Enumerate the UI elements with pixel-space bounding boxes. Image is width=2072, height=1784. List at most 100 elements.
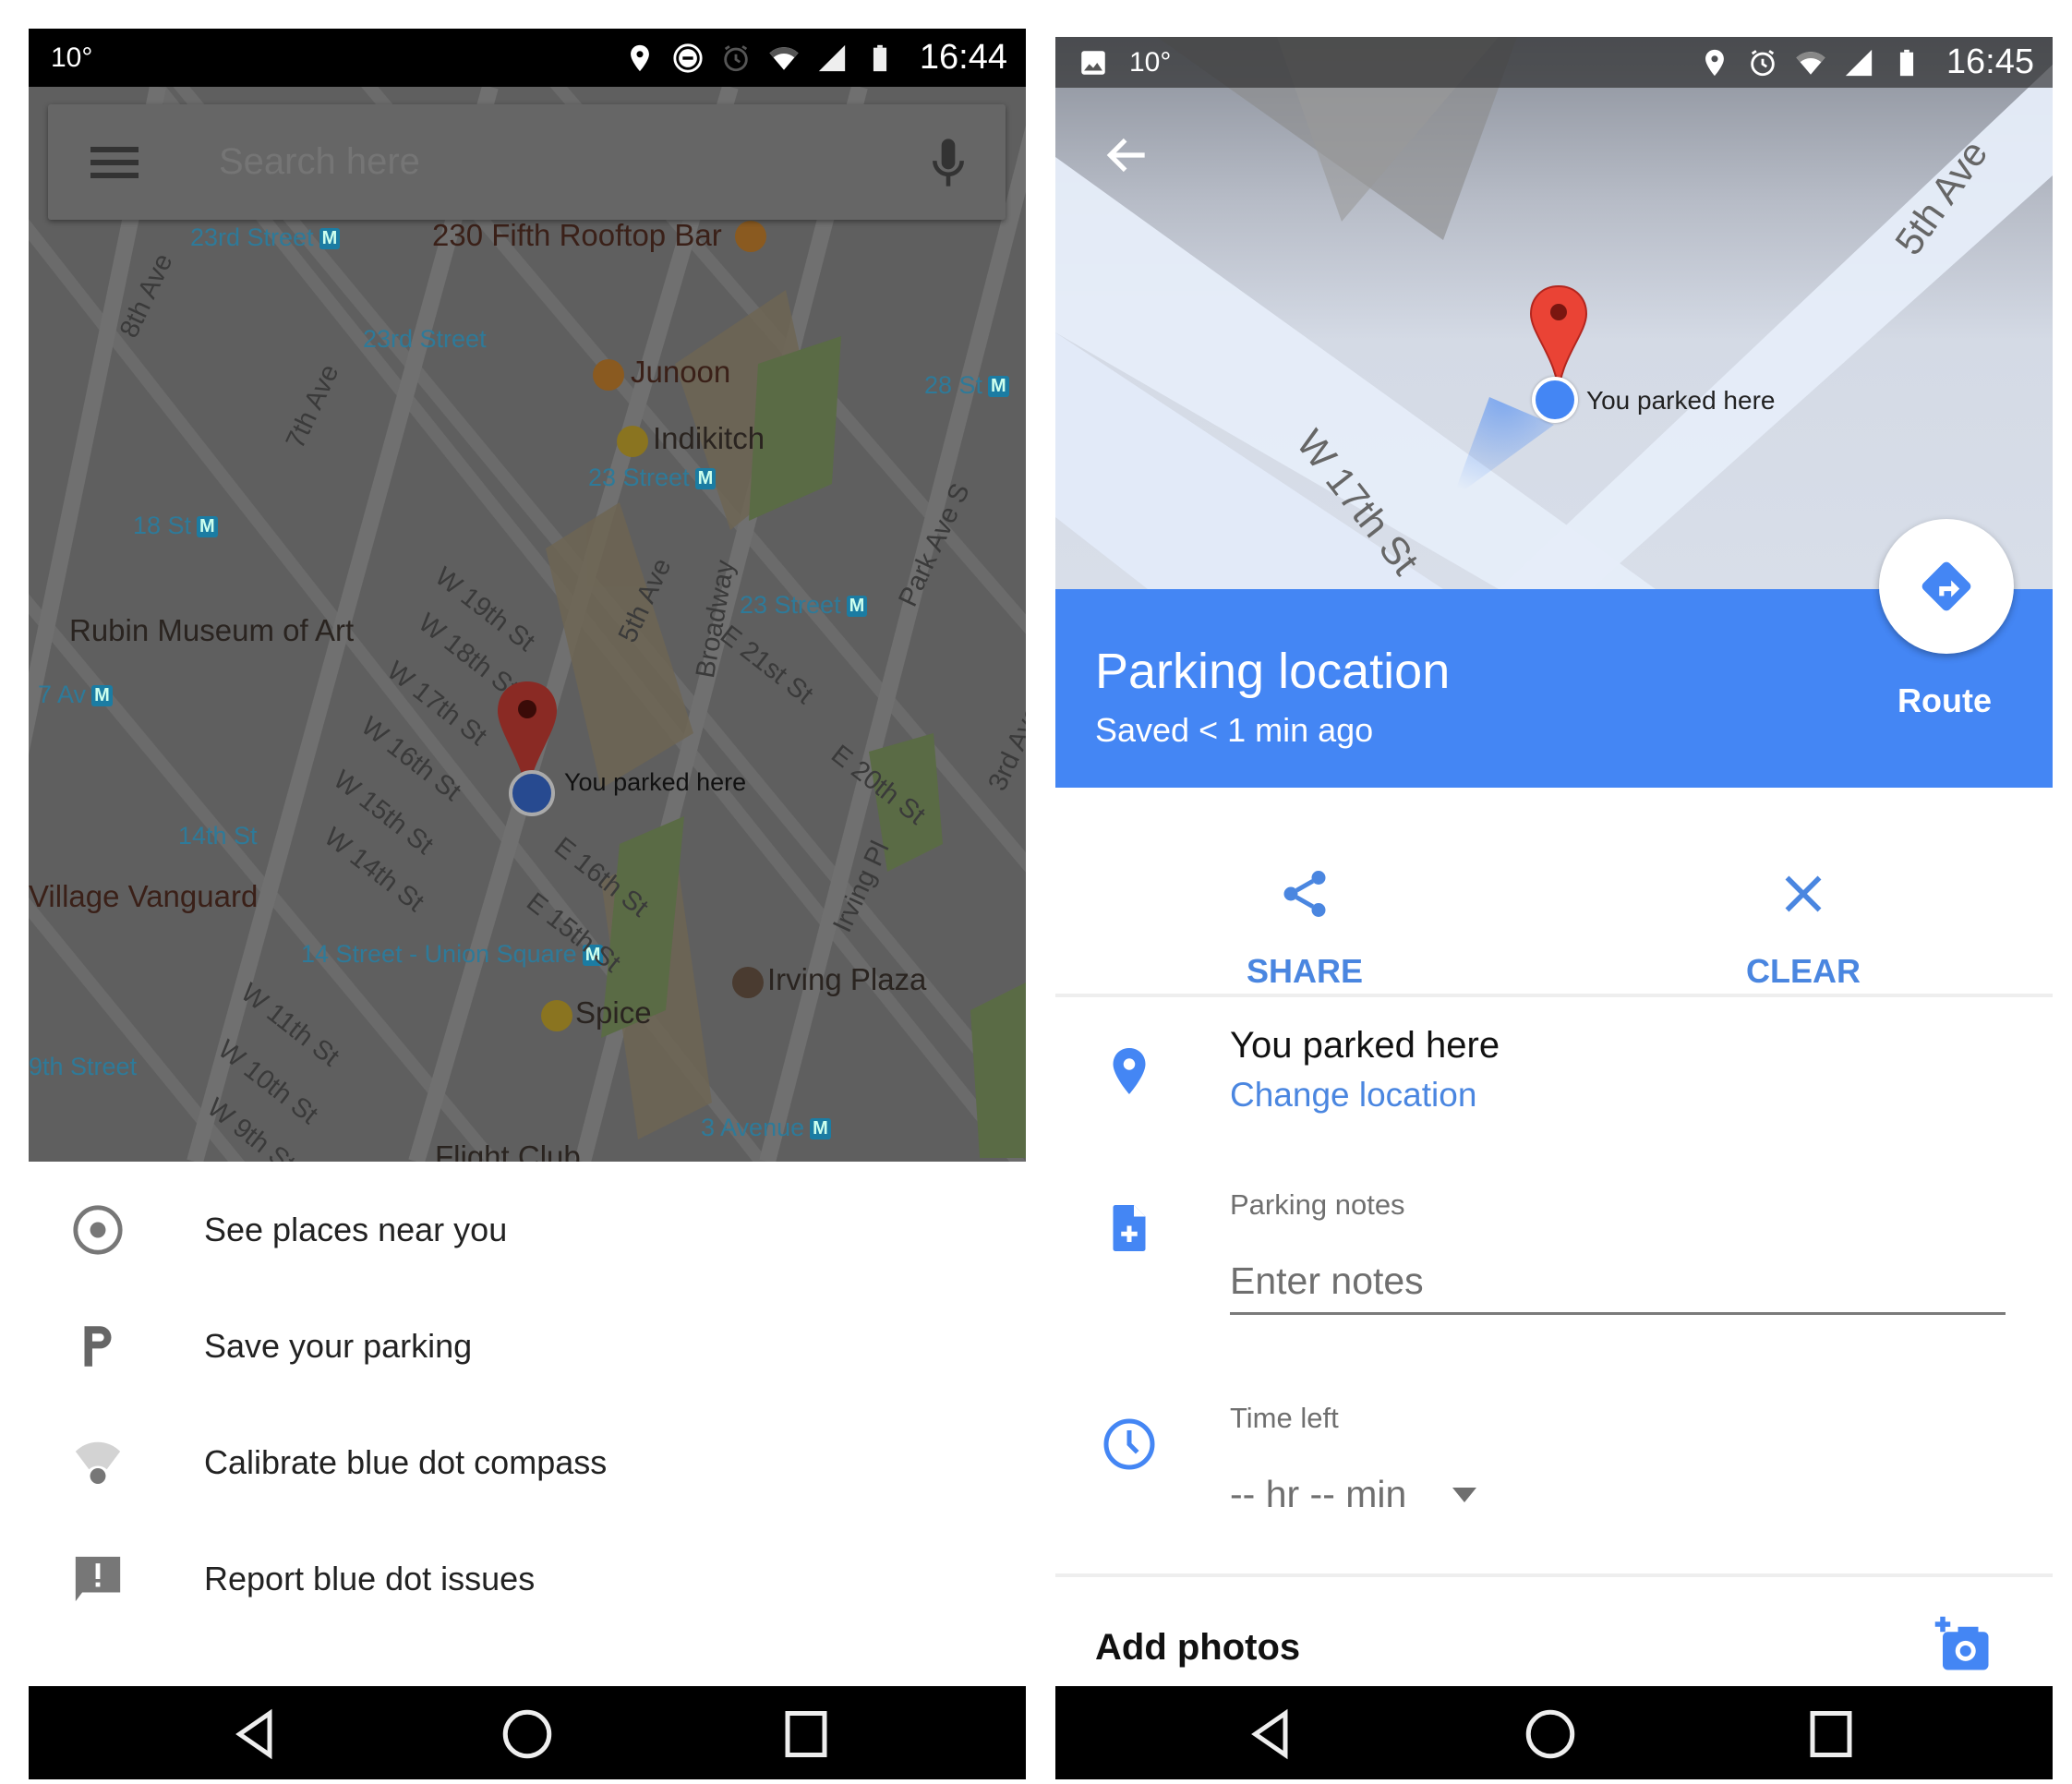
blue-dot-icon — [509, 770, 555, 816]
add-photos-label[interactable]: Add photos — [1095, 1627, 1300, 1669]
location-pin-icon — [1113, 1048, 1146, 1094]
signal-icon — [1845, 49, 1873, 76]
time-left-caption: Time left — [1230, 1402, 1339, 1434]
parking-notes-caption: Parking notes — [1230, 1188, 1405, 1221]
place-label[interactable]: Junoon — [631, 355, 730, 390]
close-icon — [1785, 875, 1822, 912]
bar-pin-icon[interactable] — [735, 221, 766, 252]
back-arrow-icon[interactable] — [1102, 129, 1153, 181]
menu-label: Calibrate blue dot compass — [204, 1443, 608, 1481]
map-view[interactable]: 230 Fifth Rooftop Bar Junoon Indikitch R… — [29, 87, 1026, 1162]
menu-label: Report blue dot issues — [204, 1560, 536, 1597]
saved-time: Saved < 1 min ago — [1095, 711, 1374, 749]
restaurant-pin-icon[interactable] — [593, 359, 624, 391]
transit-label[interactable]: 9th Street — [29, 1053, 137, 1081]
transit-label[interactable]: 14th St — [178, 822, 258, 850]
map-view[interactable]: 5th Ave W 17th St You parked here — [1055, 37, 2053, 589]
menu-item-calibrate[interactable]: Calibrate blue dot compass — [29, 1416, 1026, 1509]
battery-icon — [873, 44, 886, 71]
search-bar[interactable] — [48, 104, 1006, 220]
transit-label[interactable]: 3 Avenue M — [701, 1114, 831, 1142]
place-label[interactable]: Irving Plaza — [767, 962, 926, 997]
change-location-link[interactable]: Change location — [1230, 1076, 1476, 1115]
left-screen: 10° 16:44 230 Fifth Rooftop Bar Junoon I… — [29, 29, 1026, 1779]
route-label[interactable]: Route — [1897, 681, 1992, 720]
status-bar: 10° 16:44 — [29, 29, 1026, 87]
microphone-icon[interactable] — [928, 135, 969, 190]
signal-icon — [818, 44, 846, 71]
place-label[interactable]: 230 Fifth Rooftop Bar — [432, 218, 722, 253]
image-icon — [1081, 50, 1105, 75]
clear-button[interactable]: CLEAR — [1665, 788, 1942, 995]
do-not-disturb-icon — [673, 42, 703, 73]
target-icon — [73, 1205, 123, 1255]
options-menu: See places near you Save your parking Ca… — [29, 1162, 1026, 1686]
feedback-icon — [75, 1556, 121, 1602]
share-label: SHARE — [1246, 952, 1364, 990]
note-add-icon — [1113, 1205, 1146, 1251]
back-nav-icon[interactable] — [228, 1706, 283, 1762]
clear-label: CLEAR — [1746, 952, 1861, 990]
search-input[interactable] — [219, 141, 928, 183]
transit-label[interactable]: 7 Av M — [38, 681, 113, 709]
transit-label[interactable]: 23 Street M — [740, 591, 868, 620]
add-photo-icon[interactable] — [1933, 1614, 1994, 1675]
location-icon — [630, 44, 649, 71]
time-left-value: -- hr -- min — [1230, 1473, 1407, 1515]
temperature: 10° — [1129, 46, 1172, 78]
clock: 16:44 — [919, 38, 1007, 77]
transit-label[interactable]: 14 Street - Union Square M — [301, 940, 604, 969]
navigation-bar — [29, 1686, 1026, 1779]
wifi-icon — [769, 46, 799, 70]
status-bar: 10° 16:45 — [1055, 37, 2053, 88]
parking-icon — [84, 1326, 112, 1367]
place-label[interactable]: Rubin Museum of Art — [69, 613, 354, 648]
parking-notes-input[interactable] — [1230, 1250, 2006, 1315]
transit-label[interactable]: 23rd Street — [363, 325, 487, 354]
clock: 16:45 — [1946, 42, 2034, 81]
recents-nav-icon[interactable] — [778, 1706, 834, 1762]
theater-pin-icon[interactable] — [732, 967, 764, 998]
menu-item-save-parking[interactable]: Save your parking — [29, 1300, 1026, 1392]
back-nav-icon[interactable] — [1244, 1706, 1299, 1762]
wifi-icon — [1796, 51, 1825, 75]
dropdown-arrow-icon — [1452, 1487, 1477, 1502]
parking-header: Parking location Saved < 1 min ago Route — [1055, 519, 2053, 788]
divider — [1055, 1573, 2053, 1577]
star-pin-icon[interactable] — [541, 1000, 572, 1031]
location-icon — [1705, 49, 1724, 76]
route-button[interactable] — [1879, 519, 2014, 654]
place-label[interactable]: Indikitch — [653, 421, 765, 456]
hamburger-icon[interactable] — [90, 139, 139, 186]
place-label[interactable]: Village Vanguard — [29, 879, 258, 914]
directions-icon — [1921, 561, 1971, 611]
menu-label: See places near you — [204, 1211, 508, 1248]
time-left-dropdown[interactable]: -- hr -- min — [1230, 1473, 1477, 1516]
place-label[interactable]: Flight Club — [435, 1139, 581, 1162]
blue-dot-icon — [1532, 377, 1578, 423]
alarm-icon — [724, 44, 748, 71]
share-button[interactable]: SHARE — [1166, 788, 1443, 995]
navigation-bar — [1055, 1686, 2053, 1779]
divider — [1055, 994, 2053, 997]
recents-nav-icon[interactable] — [1803, 1706, 1859, 1762]
star-pin-icon[interactable] — [617, 426, 648, 457]
location-title: You parked here — [1230, 1025, 1500, 1066]
transit-label[interactable]: 28 St M — [924, 371, 1009, 400]
temperature: 10° — [51, 42, 93, 73]
transit-label[interactable]: 23rd Street M — [190, 223, 341, 252]
parked-label: You parked here — [1586, 386, 1776, 415]
parked-label: You parked here — [564, 768, 747, 796]
transit-label[interactable]: 23 Street M — [588, 464, 717, 492]
menu-item-see-places[interactable]: See places near you — [29, 1184, 1026, 1276]
menu-item-report[interactable]: Report blue dot issues — [29, 1533, 1026, 1625]
home-nav-icon[interactable] — [500, 1706, 555, 1762]
transit-label[interactable]: 18 St M — [133, 512, 218, 540]
clock-icon — [1103, 1418, 1155, 1470]
share-icon — [1283, 871, 1326, 917]
alarm-icon — [1751, 49, 1775, 76]
compass-beam-icon — [75, 1441, 121, 1484]
right-screen: 5th Ave W 17th St You parked here 10° 16… — [1055, 37, 2053, 1779]
place-label[interactable]: Spice — [575, 995, 652, 1031]
home-nav-icon[interactable] — [1523, 1706, 1578, 1762]
